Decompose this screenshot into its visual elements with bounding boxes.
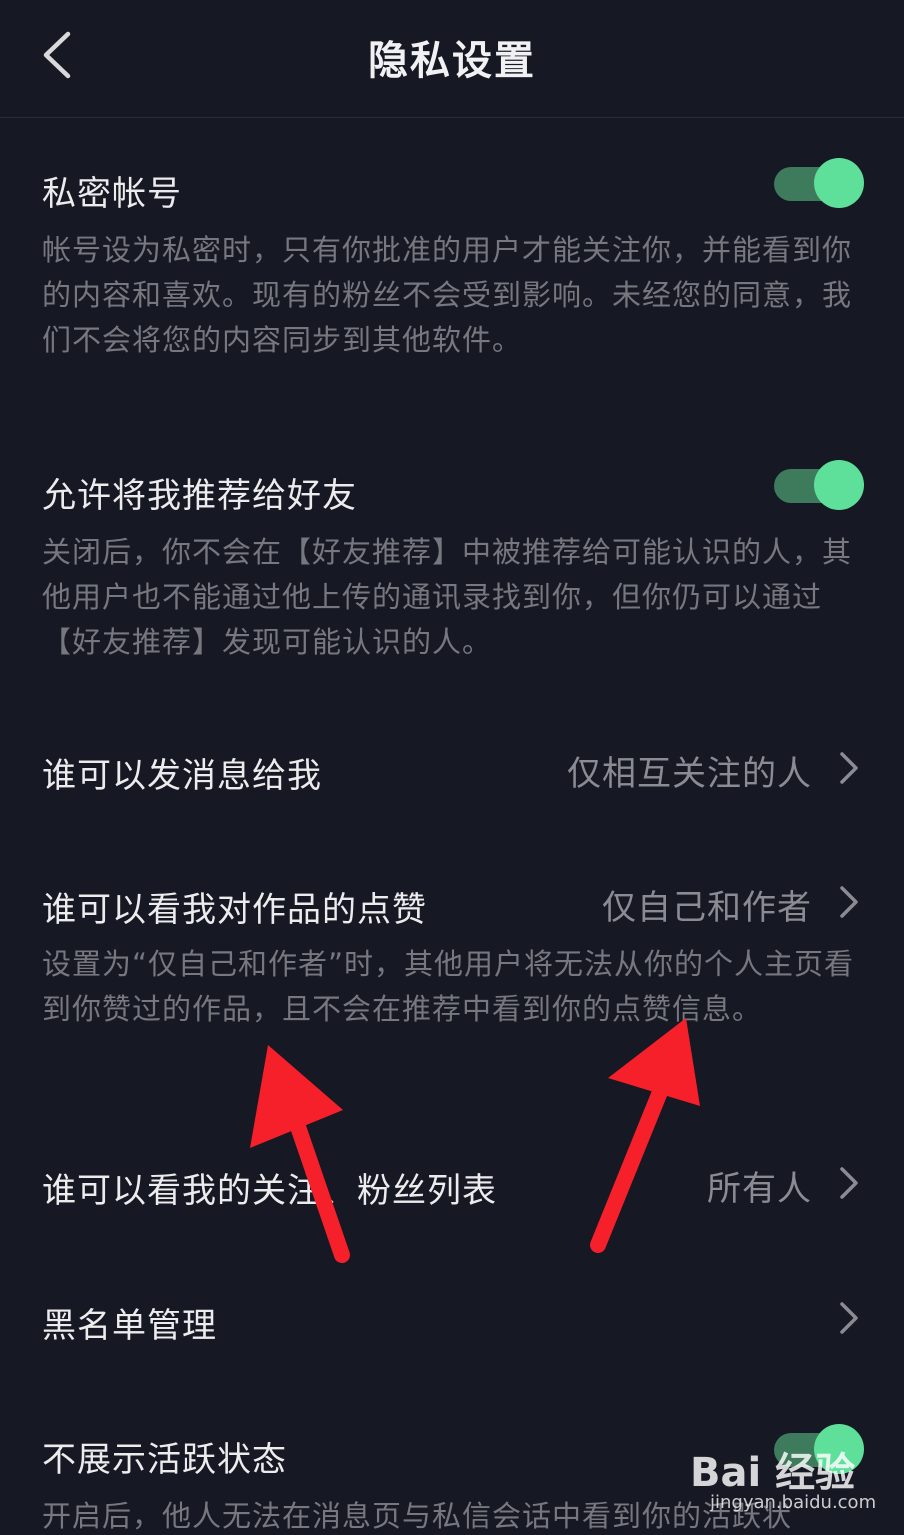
recommend-to-friends-toggle[interactable] (774, 460, 864, 510)
setting-who-can-see-likes[interactable]: 谁可以看我对作品的点赞 仅自己和作者 设置为“仅自己和作者”时，其他用户将无法从… (0, 864, 904, 1084)
setting-title: 谁可以看我的关注、粉丝列表 (42, 1171, 497, 1211)
chevron-right-icon (840, 886, 858, 918)
privacy-settings-screen: 隐私设置 私密帐号 帐号设为私密时，只有你批准的用户才能关注你，并能看到你的内容… (0, 0, 904, 1535)
toggle-knob (814, 460, 864, 510)
setting-value: 仅相互关注的人 (567, 754, 812, 794)
page-title: 隐私设置 (368, 38, 536, 84)
setting-blacklist[interactable]: 黑名单管理 (0, 1280, 904, 1360)
setting-value: 仅自己和作者 (602, 888, 812, 928)
setting-who-can-see-follow-list[interactable]: 谁可以看我的关注、粉丝列表 所有人 (0, 1145, 904, 1225)
setting-private-account: 私密帐号 帐号设为私密时，只有你批准的用户才能关注你，并能看到你的内容和喜欢。现… (0, 140, 904, 370)
setting-description: 设置为“仅自己和作者”时，其他用户将无法从你的个人主页看到你赞过的作品，且不会在… (42, 947, 855, 1026)
baidu-jingyan-watermark: Bai 经验 jingyan.baidu.com (690, 1440, 890, 1520)
setting-title: 谁可以看我对作品的点赞 (42, 890, 427, 930)
chevron-right-icon (840, 752, 858, 784)
setting-title: 私密帐号 (42, 174, 182, 214)
private-account-toggle[interactable] (774, 158, 864, 208)
setting-title: 黑名单管理 (42, 1306, 217, 1346)
header-bar: 隐私设置 (0, 0, 904, 118)
setting-description: 关闭后，你不会在【好友推荐】中被推荐给可能认识的人，其他用户也不能通过他上传的通… (42, 535, 853, 659)
watermark-url: jingyan.baidu.com (710, 1492, 877, 1513)
toggle-knob (814, 158, 864, 208)
setting-who-can-message[interactable]: 谁可以发消息给我 仅相互关注的人 (0, 730, 904, 810)
setting-title: 不展示活跃状态 (42, 1440, 287, 1480)
chevron-right-icon (840, 1167, 858, 1199)
setting-recommend-to-friends: 允许将我推荐给好友 关闭后，你不会在【好友推荐】中被推荐给可能认识的人，其他用户… (0, 442, 904, 672)
setting-value: 所有人 (707, 1169, 812, 1209)
chevron-right-icon (840, 1302, 858, 1334)
setting-description: 帐号设为私密时，只有你批准的用户才能关注你，并能看到你的内容和喜欢。现有的粉丝不… (42, 233, 853, 357)
setting-title: 允许将我推荐给好友 (42, 476, 357, 516)
watermark-logo: Bai 经验 (690, 1450, 856, 1496)
setting-title: 谁可以发消息给我 (42, 756, 322, 796)
